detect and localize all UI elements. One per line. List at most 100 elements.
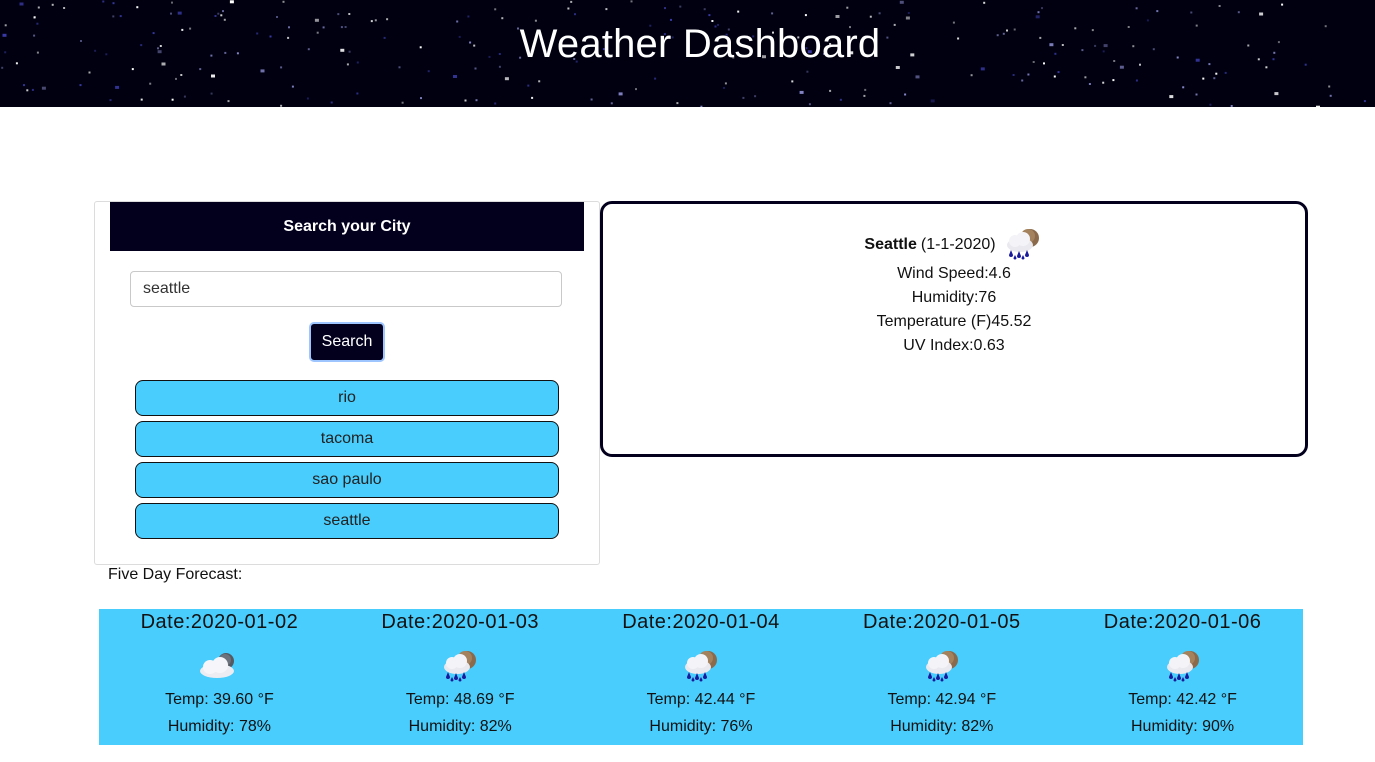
star	[220, 14, 223, 17]
star	[527, 84, 530, 87]
star	[864, 88, 867, 91]
star	[348, 13, 351, 15]
star	[610, 102, 613, 105]
star	[330, 101, 333, 104]
star	[907, 12, 910, 14]
star	[1, 66, 4, 69]
forecast-temp: Temp: 39.60 °F	[165, 691, 274, 708]
forecast-humidity: Humidity: 78%	[167, 718, 271, 735]
star	[280, 104, 283, 107]
star	[386, 18, 389, 21]
star	[605, 8, 608, 11]
search-history-list: rio tacoma sao paulo seattle	[135, 380, 559, 544]
star	[501, 17, 504, 20]
star	[63, 7, 66, 9]
star	[679, 5, 682, 8]
star	[51, 3, 54, 6]
star	[23, 84, 25, 87]
temperature: Temperature (F)45.52	[876, 313, 1032, 330]
star	[217, 12, 220, 15]
forecast-humidity: Humidity: 76%	[649, 718, 753, 735]
star	[1135, 79, 1138, 82]
star	[1135, 7, 1138, 10]
star	[839, 98, 842, 101]
star	[869, 15, 872, 18]
star	[737, 10, 740, 13]
forecast-temp: Temp: 42.42 °F	[1128, 691, 1237, 708]
page-title: Weather Dashboard	[519, 22, 881, 66]
star	[1230, 105, 1233, 107]
forecast-day: Date:2020-01-02 Temp: 39.60 °F Humidity:…	[99, 609, 340, 745]
star	[889, 102, 892, 105]
star	[171, 98, 174, 101]
star	[26, 89, 29, 92]
history-item-sao-paulo[interactable]: sao paulo	[135, 462, 559, 498]
star	[1213, 77, 1216, 80]
rain-cloud-sun-icon	[340, 648, 581, 682]
city-search-input[interactable]	[130, 271, 562, 307]
star	[1057, 71, 1060, 74]
forecast-temp: Temp: 48.69 °F	[405, 691, 515, 708]
forecast-temp: Temp: 42.44 °F	[646, 691, 756, 708]
star	[112, 15, 115, 18]
forecast-date: Date:2020-01-06	[1103, 611, 1262, 633]
star	[177, 11, 182, 15]
forecast-date: Date:2020-01-03	[381, 611, 539, 633]
forecast-day: Date:2020-01-03 Temp: 48.69 °F Humidity:…	[340, 609, 581, 745]
star	[464, 99, 467, 102]
star	[980, 67, 985, 71]
history-item-rio[interactable]: rio	[135, 380, 559, 416]
star	[31, 88, 34, 91]
history-item-seattle[interactable]: seattle	[135, 503, 559, 539]
star	[754, 95, 757, 98]
star	[1041, 7, 1043, 10]
star	[1169, 95, 1174, 99]
forecast-day: Date:2020-01-05 Temp: 42.94 °F Humidity:…	[821, 609, 1062, 745]
star	[115, 85, 120, 89]
history-item-tacoma[interactable]: tacoma	[135, 421, 559, 457]
star	[567, 7, 570, 10]
star	[494, 102, 497, 105]
star	[1316, 105, 1320, 107]
star	[654, 77, 657, 80]
star	[574, 13, 576, 16]
star	[136, 6, 139, 9]
star	[227, 100, 230, 103]
star	[723, 86, 725, 89]
star	[337, 13, 340, 16]
star	[102, 0, 105, 3]
star	[171, 1, 173, 4]
forecast-day: Date:2020-01-06 Temp: 42.42 °F Humidity:…	[1062, 609, 1303, 745]
search-button[interactable]: Search	[309, 322, 385, 362]
star	[846, 6, 849, 9]
star	[708, 14, 711, 17]
star	[210, 92, 213, 95]
star	[199, 68, 202, 71]
star	[630, 0, 633, 3]
star	[180, 74, 183, 76]
star	[1209, 103, 1212, 106]
star	[538, 80, 541, 83]
star	[1281, 3, 1284, 6]
star	[401, 101, 404, 104]
star	[306, 97, 309, 100]
star	[1328, 85, 1331, 88]
star	[806, 70, 809, 73]
star	[791, 80, 794, 83]
star	[140, 98, 143, 101]
star	[1112, 79, 1115, 82]
star	[475, 99, 478, 102]
star	[1190, 11, 1193, 14]
star	[676, 102, 679, 105]
star	[1218, 5, 1221, 7]
rain-cloud-sun-icon	[1002, 226, 1044, 265]
forecast-date: Date:2020-01-05	[862, 611, 1021, 633]
star	[109, 99, 112, 102]
star	[453, 75, 457, 78]
star	[1363, 100, 1366, 103]
star	[282, 0, 285, 3]
star	[863, 94, 866, 97]
star	[1088, 83, 1091, 85]
star	[170, 12, 172, 15]
star	[260, 69, 265, 73]
